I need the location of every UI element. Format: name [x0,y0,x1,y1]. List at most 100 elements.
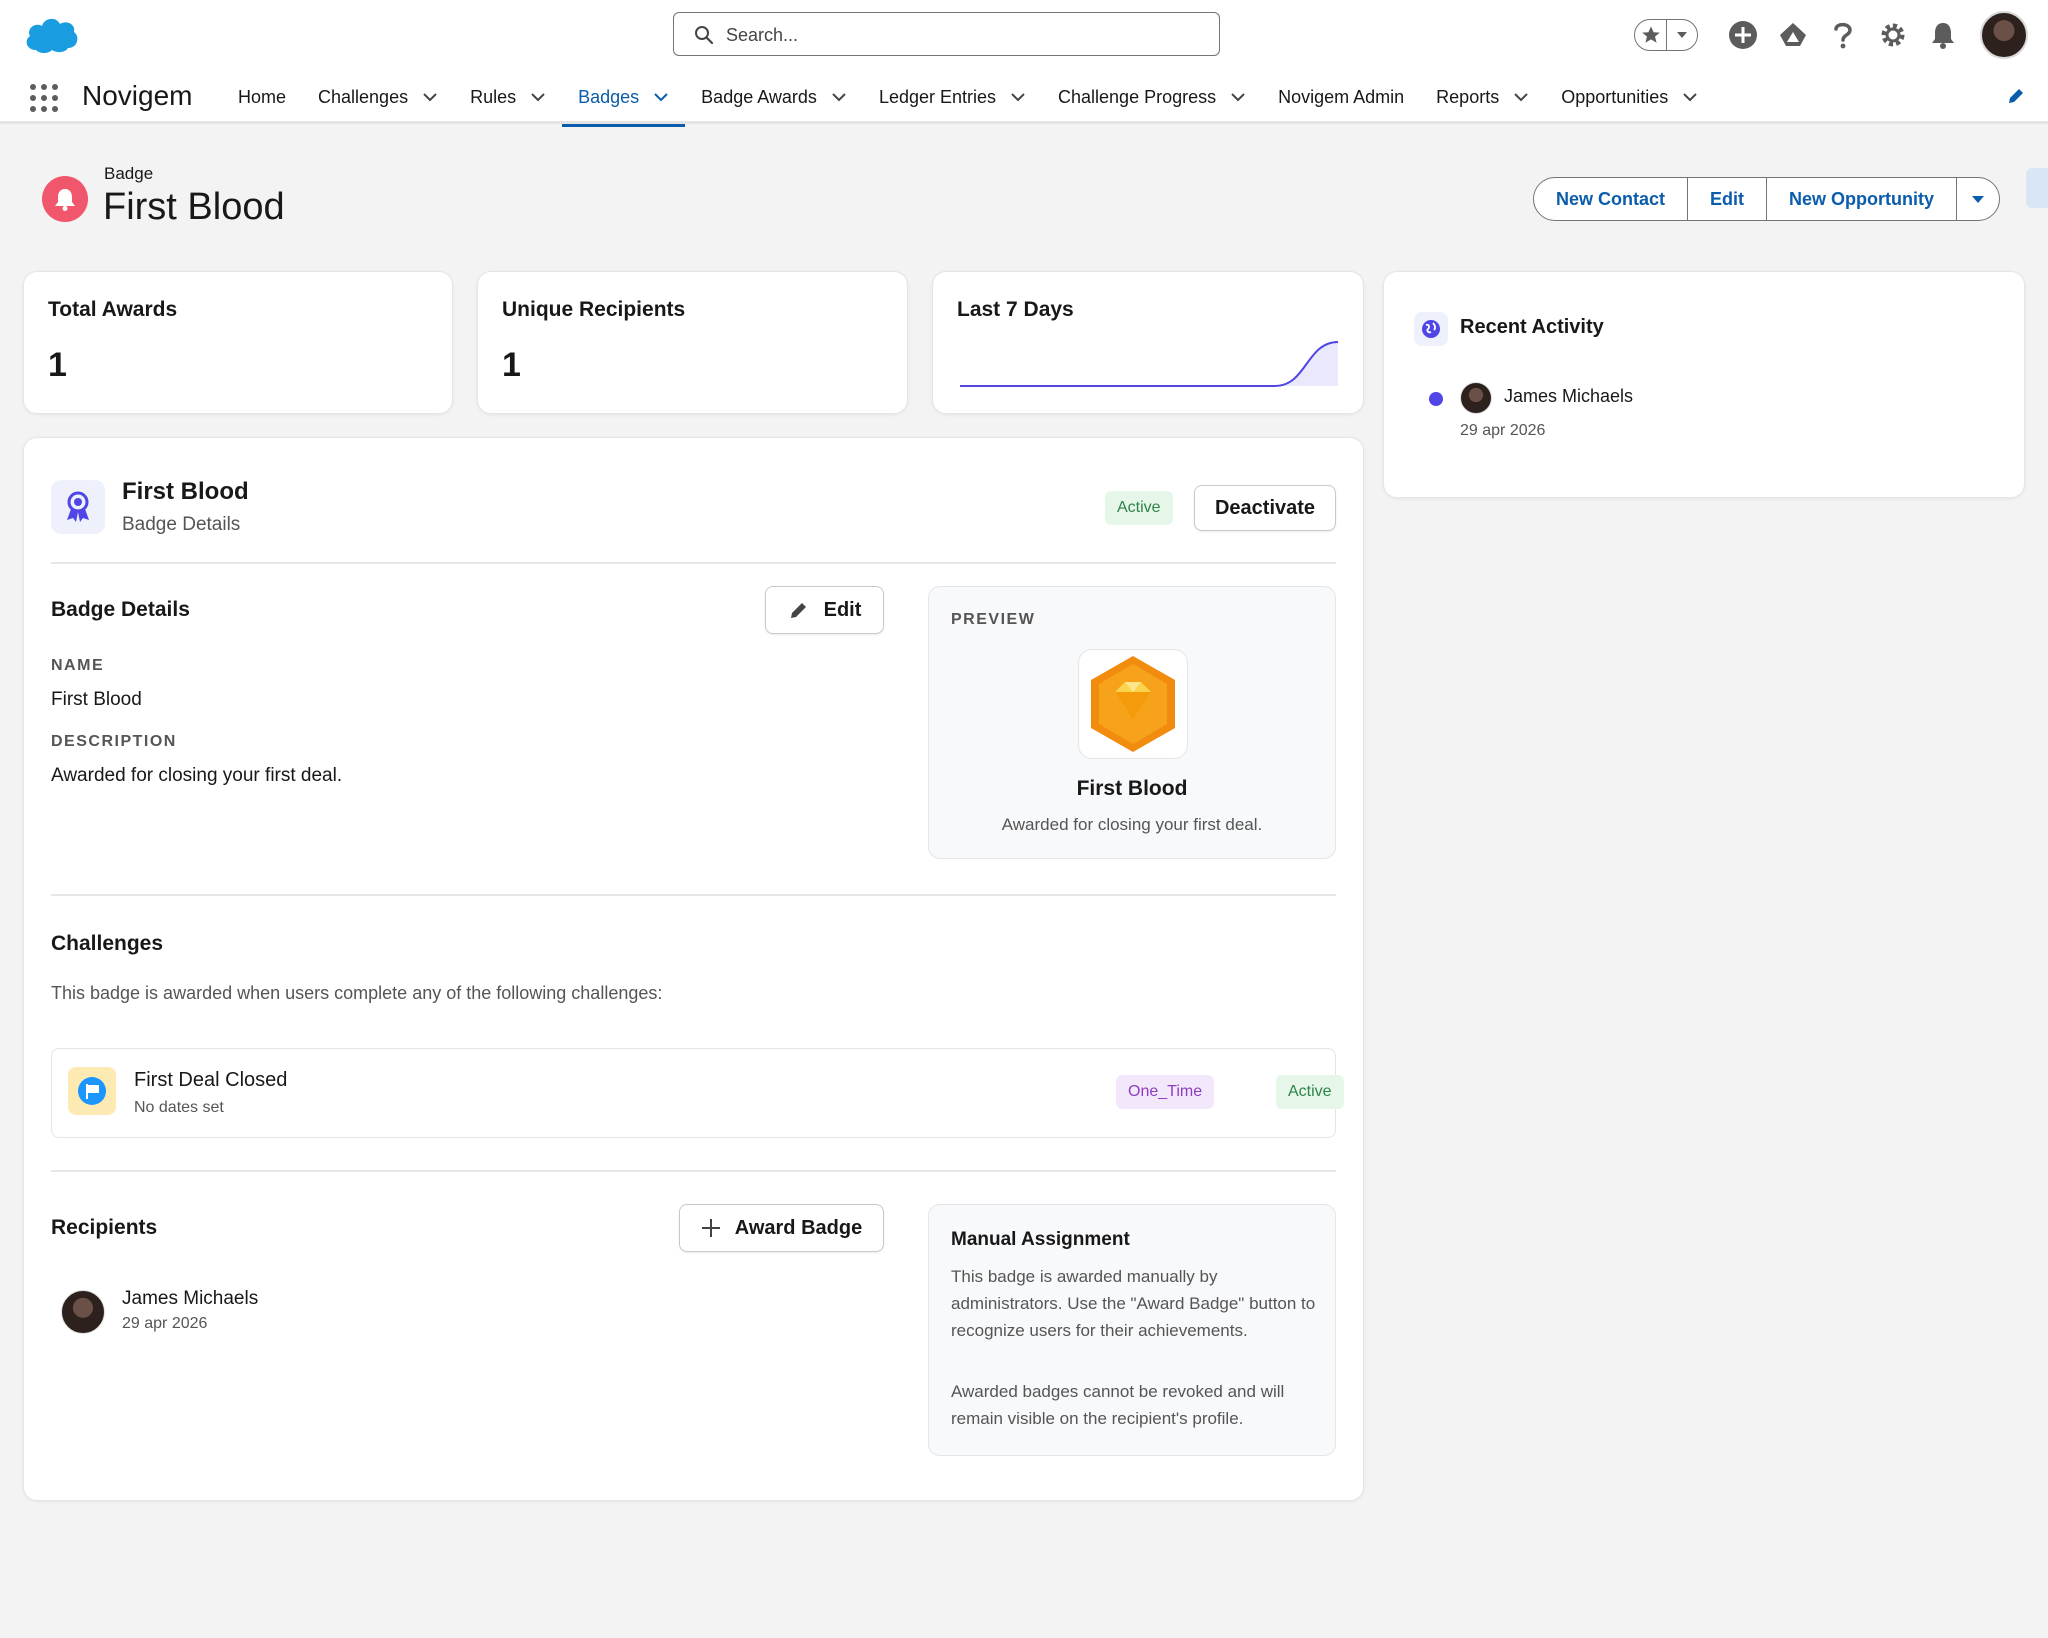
bell-icon [1932,23,1954,49]
nav-item-label: Novigem Admin [1278,86,1405,107]
stat-value: 1 [48,346,67,384]
nav-item-label: Ledger Entries [878,86,997,107]
chevron-down-icon[interactable] [831,92,847,102]
chevron-down-icon[interactable] [422,92,438,102]
flag-icon [78,1077,106,1105]
nav-item-label: Opportunities [1561,86,1669,107]
avatar[interactable] [1460,382,1492,414]
favorite-star-button[interactable] [1635,20,1666,50]
challenge-status-badge: Active [1276,1075,1344,1109]
recipient-name[interactable]: James Michaels [122,1288,258,1310]
recipients-section-title: Recipients [51,1216,158,1239]
total-awards-card: Total Awards 1 [23,271,453,414]
nav-items: Home Challenges Rules Badges Badge Award… [222,70,1714,127]
plus-icon [701,1219,720,1237]
chevron-down-icon[interactable] [653,92,669,102]
nav-item-challenges[interactable]: Challenges [302,70,454,124]
global-search-input[interactable]: Search... [673,12,1220,56]
pencil-icon [790,603,806,618]
unique-recipients-card: Unique Recipients 1 [477,271,908,414]
nav-item-home[interactable]: Home [222,70,302,124]
notifications-button[interactable] [1918,12,1968,58]
chevron-down-icon[interactable] [530,92,546,102]
chevron-down-icon[interactable] [1682,92,1698,102]
badge-card-title: First Blood [122,478,249,505]
setup-button[interactable] [1868,12,1918,58]
manual-assignment-title: Manual Assignment [951,1229,1130,1250]
last-7-days-card: Last 7 Days [932,271,1364,414]
award-badge-button[interactable]: Award Badge [679,1204,884,1252]
app-name: Novigem [82,80,193,111]
chart-title: Last 7 Days [957,298,1074,321]
nav-item-reports[interactable]: Reports [1420,70,1545,124]
nav-item-opportunities[interactable]: Opportunities [1545,70,1714,124]
divider [51,562,1336,564]
deactivate-button[interactable]: Deactivate [1194,485,1336,531]
more-actions-button[interactable] [1956,178,1999,220]
challenge-row[interactable]: First Deal Closed No dates set One_Time … [51,1048,1344,1138]
divider [51,1170,1336,1172]
trailhead-button[interactable] [1768,12,1818,58]
manual-assignment-text-1: This badge is awarded manually by admini… [951,1267,1316,1340]
chevron-down-icon[interactable] [1010,92,1026,102]
user-avatar[interactable] [1980,11,2028,59]
badge-object-icon [42,176,88,222]
plus-circle-icon [1729,21,1757,49]
challenge-name[interactable]: First Deal Closed [134,1069,287,1092]
badge-preview-panel: PREVIEW First Blood Awarded for closing … [928,586,1336,859]
new-contact-button[interactable]: New Contact [1534,178,1687,220]
nav-item-ledger-entries[interactable]: Ledger Entries [863,70,1042,124]
side-panel-toggle[interactable] [2026,168,2048,208]
challenge-type-badge: One_Time [1116,1075,1215,1109]
global-actions-button[interactable] [1718,12,1768,58]
caret-down-icon [1677,32,1687,38]
nav-item-rules[interactable]: Rules [454,70,562,124]
challenges-section-title: Challenges [51,932,164,955]
nav-item-label: Home [238,86,287,107]
award-badge-label: Award Badge [734,1216,863,1239]
nav-item-label: Reports [1436,86,1500,107]
search-icon [695,26,714,45]
avatar[interactable] [61,1290,105,1334]
caret-down-icon [1972,195,1985,203]
nav-item-badges[interactable]: Badges [562,70,686,127]
challenge-dates: No dates set [134,1099,224,1116]
nav-item-badge-awards[interactable]: Badge Awards [685,70,863,124]
nav-item-label: Rules [470,86,517,107]
chevron-down-icon[interactable] [1230,92,1246,102]
bell-badge-icon [55,189,75,211]
app-navigation-bar: Novigem Home Challenges Rules Badges Bad… [0,70,2048,127]
nav-item-challenge-progress[interactable]: Challenge Progress [1042,70,1262,124]
new-opportunity-button[interactable]: New Opportunity [1766,178,1956,220]
edit-label: Edit [823,598,862,621]
badge-image [1078,649,1188,759]
timeline-dot [1429,392,1443,406]
nav-item-novigem-admin[interactable]: Novigem Admin [1262,70,1420,124]
page-title: First Blood [103,186,285,228]
divider [51,894,1336,896]
edit-details-button[interactable]: Edit [765,586,884,634]
badge-details-section-title: Badge Details [51,598,190,621]
challenge-icon [68,1067,116,1115]
sparkline-area [960,342,1338,386]
status-badge: Active [1105,491,1173,525]
cloud-logo-icon[interactable] [22,14,80,54]
orange-gem-badge-icon [1091,656,1175,752]
header-utility-icons [1634,11,2028,59]
nav-item-label: Challenge Progress [1058,86,1217,107]
edit-nav-pencil-icon[interactable] [2006,86,2026,106]
trailhead-icon [1780,23,1806,46]
badge-card-icon [51,480,105,534]
badge-detail-card: First Blood Badge Details Active Deactiv… [23,437,1364,1501]
challenges-intro: This badge is awarded when users complet… [51,983,663,1003]
help-button[interactable] [1818,12,1868,58]
sparkline-line [960,341,1338,387]
recent-activity-title: Recent Activity [1460,316,1604,338]
chevron-down-icon[interactable] [1513,92,1529,102]
activity-user-name[interactable]: James Michaels [1504,386,1633,407]
ribbon-award-icon [67,491,89,522]
favorites-menu-button[interactable] [1666,20,1697,50]
app-launcher-icon[interactable] [30,84,58,112]
edit-record-button[interactable]: Edit [1687,178,1766,220]
preview-badge-name: First Blood [1076,777,1188,800]
